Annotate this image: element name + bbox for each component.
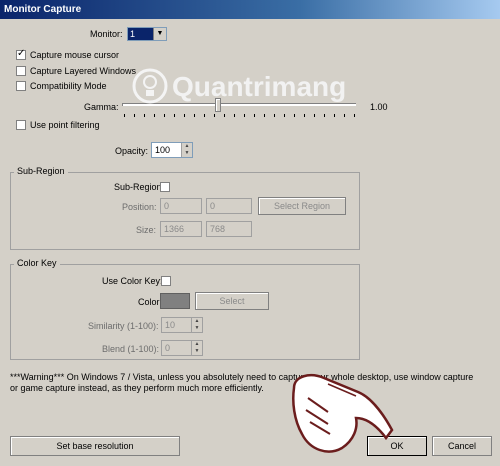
color-swatch[interactable] xyxy=(160,293,190,309)
capture-mouse-label: Capture mouse cursor xyxy=(30,50,120,60)
watermark-text: Quantrimang xyxy=(172,71,346,102)
monitor-select-value: 1 xyxy=(130,29,136,39)
similarity-spinner[interactable]: ▲ ▼ xyxy=(191,318,202,332)
use-colorkey-label: Use Color Key: xyxy=(102,276,163,286)
set-base-resolution-button[interactable]: Set base resolution xyxy=(10,436,180,456)
select-region-button[interactable]: Select Region xyxy=(258,197,346,215)
subregion-checkbox[interactable] xyxy=(160,182,170,192)
use-colorkey-checkbox[interactable] xyxy=(161,276,171,286)
window-title: Monitor Capture xyxy=(0,0,500,19)
cancel-button[interactable]: Cancel xyxy=(432,436,492,456)
quantrimang-watermark-icon: Quantrimang xyxy=(132,68,346,104)
capture-layered-checkbox[interactable] xyxy=(16,66,26,76)
similarity-label: Similarity (1-100): xyxy=(88,321,159,331)
size-width-input[interactable]: 1366 xyxy=(160,221,202,237)
blend-spinner[interactable]: ▲ ▼ xyxy=(191,341,202,355)
gamma-label: Gamma: xyxy=(84,102,119,112)
position-y-input[interactable]: 0 xyxy=(206,198,252,214)
blend-value: 0 xyxy=(165,343,171,353)
point-filtering-label: Use point filtering xyxy=(30,120,100,130)
blend-input[interactable]: 0 ▲ ▼ xyxy=(161,340,203,356)
chevron-down-icon[interactable]: ▼ xyxy=(153,28,166,40)
pointing-hand-icon xyxy=(292,374,394,453)
compatibility-mode-label: Compatibility Mode xyxy=(30,81,107,91)
capture-layered-label: Capture Layered Windows xyxy=(30,66,137,76)
opacity-value: 100 xyxy=(155,145,171,155)
color-select-button[interactable]: Select xyxy=(195,292,269,310)
monitor-select[interactable]: 1 ▼ xyxy=(127,27,167,41)
monitor-label: Monitor: xyxy=(90,29,123,39)
gamma-slider-ticks xyxy=(124,114,356,117)
position-label: Position: xyxy=(122,202,157,212)
size-height-input[interactable]: 768 xyxy=(206,221,252,237)
opacity-label: Opacity: xyxy=(115,146,149,156)
capture-mouse-checkbox[interactable] xyxy=(16,48,26,60)
blend-label: Blend (1-100): xyxy=(102,344,160,354)
colorkey-group-title: Color Key xyxy=(14,258,60,269)
similarity-value: 10 xyxy=(165,320,176,330)
point-filtering-checkbox[interactable] xyxy=(16,120,26,130)
subregion-checkbox-label: Sub-Region xyxy=(114,182,162,192)
opacity-spinner[interactable]: ▲ ▼ xyxy=(181,143,192,157)
opacity-input[interactable]: 100 ▲ ▼ xyxy=(151,142,193,158)
warning-text: ***Warning*** On Windows 7 / Vista, unle… xyxy=(10,372,474,393)
size-label: Size: xyxy=(136,225,157,235)
position-x-input[interactable]: 0 xyxy=(160,198,202,214)
compatibility-mode-checkbox[interactable] xyxy=(16,81,26,91)
color-label: Color xyxy=(138,297,160,307)
gamma-value: 1.00 xyxy=(370,102,388,112)
similarity-input[interactable]: 10 ▲ ▼ xyxy=(161,317,203,333)
subregion-group-title: Sub-Region xyxy=(14,166,68,177)
